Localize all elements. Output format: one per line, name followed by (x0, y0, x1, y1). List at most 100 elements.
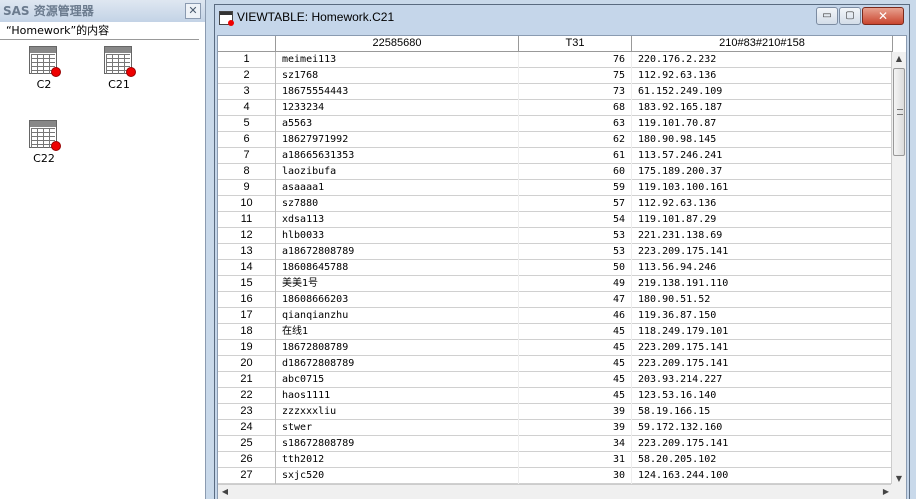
cell-count[interactable]: 54 (519, 212, 632, 228)
cell-ip[interactable]: 119.101.70.87 (632, 116, 893, 132)
row-number[interactable]: 15 (218, 276, 276, 292)
cell-ip[interactable]: 61.152.249.109 (632, 84, 893, 100)
dataset-c21[interactable]: C21 (89, 46, 149, 91)
cell-name[interactable]: sxjc520 (276, 468, 519, 484)
row-number[interactable]: 24 (218, 420, 276, 436)
row-number[interactable]: 16 (218, 292, 276, 308)
row-number[interactable]: 5 (218, 116, 276, 132)
cell-count[interactable]: 31 (519, 452, 632, 468)
row-number[interactable]: 17 (218, 308, 276, 324)
cell-count[interactable]: 45 (519, 340, 632, 356)
row-number[interactable]: 12 (218, 228, 276, 244)
cell-count[interactable]: 59 (519, 180, 632, 196)
row-number[interactable]: 9 (218, 180, 276, 196)
cell-name[interactable]: 18627971992 (276, 132, 519, 148)
row-number[interactable]: 2 (218, 68, 276, 84)
cell-ip[interactable]: 223.209.175.141 (632, 356, 893, 372)
cell-count[interactable]: 53 (519, 244, 632, 260)
table-row[interactable]: 3 18675554443 73 61.152.249.109 (218, 84, 893, 100)
row-number[interactable]: 13 (218, 244, 276, 260)
table-row[interactable]: 17 qianqianzhu 46 119.36.87.150 (218, 308, 893, 324)
cell-name[interactable]: 18608666203 (276, 292, 519, 308)
table-row[interactable]: 11 xdsa113 54 119.101.87.29 (218, 212, 893, 228)
cell-count[interactable]: 53 (519, 228, 632, 244)
cell-count[interactable]: 76 (519, 52, 632, 68)
horizontal-scrollbar[interactable]: ◀ ▶ (218, 484, 893, 499)
table-row[interactable]: 6 18627971992 62 180.90.98.145 (218, 132, 893, 148)
cell-ip[interactable]: 119.103.100.161 (632, 180, 893, 196)
cell-count[interactable]: 45 (519, 356, 632, 372)
cell-count[interactable]: 47 (519, 292, 632, 308)
row-number[interactable]: 27 (218, 468, 276, 484)
cell-ip[interactable]: 113.57.246.241 (632, 148, 893, 164)
table-row[interactable]: 27 sxjc520 30 124.163.244.100 (218, 468, 893, 484)
cell-count[interactable]: 57 (519, 196, 632, 212)
table-row[interactable]: 5 a5563 63 119.101.70.87 (218, 116, 893, 132)
row-number[interactable]: 7 (218, 148, 276, 164)
table-row[interactable]: 7 a18665631353 61 113.57.246.241 (218, 148, 893, 164)
cell-name[interactable]: 在线1 (276, 324, 519, 340)
cell-ip[interactable]: 112.92.63.136 (632, 68, 893, 84)
table-row[interactable]: 14 18608645788 50 113.56.94.246 (218, 260, 893, 276)
row-number[interactable]: 26 (218, 452, 276, 468)
row-number[interactable]: 4 (218, 100, 276, 116)
vertical-scrollbar[interactable]: ▲ ▼ (891, 52, 906, 486)
row-number[interactable]: 21 (218, 372, 276, 388)
cell-name[interactable]: sz7880 (276, 196, 519, 212)
cell-name[interactable]: abc0715 (276, 372, 519, 388)
cell-ip[interactable]: 119.101.87.29 (632, 212, 893, 228)
column-header[interactable]: 22585680 (276, 36, 519, 52)
cell-name[interactable]: s18672808789 (276, 436, 519, 452)
cell-name[interactable]: a18672808789 (276, 244, 519, 260)
cell-name[interactable]: stwer (276, 420, 519, 436)
scroll-up-arrow-icon[interactable]: ▲ (892, 52, 906, 66)
row-number[interactable]: 25 (218, 436, 276, 452)
cell-ip[interactable]: 223.209.175.141 (632, 436, 893, 452)
table-row[interactable]: 1 meimei113 76 220.176.2.232 (218, 52, 893, 68)
cell-name[interactable]: qianqianzhu (276, 308, 519, 324)
row-number[interactable]: 19 (218, 340, 276, 356)
pane-splitter[interactable] (206, 0, 214, 499)
row-number[interactable]: 14 (218, 260, 276, 276)
cell-ip[interactable]: 58.19.166.15 (632, 404, 893, 420)
cell-ip[interactable]: 223.209.175.141 (632, 244, 893, 260)
cell-ip[interactable]: 113.56.94.246 (632, 260, 893, 276)
cell-ip[interactable]: 219.138.191.110 (632, 276, 893, 292)
table-row[interactable]: 25 s18672808789 34 223.209.175.141 (218, 436, 893, 452)
column-header[interactable]: T31 (519, 36, 632, 52)
cell-name[interactable]: 18672808789 (276, 340, 519, 356)
row-number[interactable]: 23 (218, 404, 276, 420)
cell-count[interactable]: 50 (519, 260, 632, 276)
cell-ip[interactable]: 203.93.214.227 (632, 372, 893, 388)
cell-ip[interactable]: 183.92.165.187 (632, 100, 893, 116)
table-row[interactable]: 15 美美1号 49 219.138.191.110 (218, 276, 893, 292)
row-number[interactable]: 18 (218, 324, 276, 340)
maximize-button[interactable]: ▢ (839, 7, 861, 25)
dataset-c22[interactable]: C22 (14, 120, 74, 165)
table-row[interactable]: 21 abc0715 45 203.93.214.227 (218, 372, 893, 388)
table-row[interactable]: 10 sz7880 57 112.92.63.136 (218, 196, 893, 212)
cell-count[interactable]: 61 (519, 148, 632, 164)
cell-count[interactable]: 30 (519, 468, 632, 484)
explorer-close-button[interactable]: ✕ (185, 3, 201, 19)
close-button[interactable]: ✕ (862, 7, 904, 25)
cell-ip[interactable]: 220.176.2.232 (632, 52, 893, 68)
table-row[interactable]: 19 18672808789 45 223.209.175.141 (218, 340, 893, 356)
cell-name[interactable]: 1233234 (276, 100, 519, 116)
cell-ip[interactable]: 180.90.98.145 (632, 132, 893, 148)
table-row[interactable]: 13 a18672808789 53 223.209.175.141 (218, 244, 893, 260)
cell-ip[interactable]: 119.36.87.150 (632, 308, 893, 324)
row-number[interactable]: 20 (218, 356, 276, 372)
row-number[interactable]: 11 (218, 212, 276, 228)
cell-count[interactable]: 45 (519, 324, 632, 340)
cell-count[interactable]: 63 (519, 116, 632, 132)
row-number-header[interactable] (218, 36, 276, 52)
dataset-c2[interactable]: C2 (14, 46, 74, 91)
column-header[interactable]: 210#83#210#158 (632, 36, 893, 52)
cell-count[interactable]: 73 (519, 84, 632, 100)
table-row[interactable]: 26 tth2012 31 58.20.205.102 (218, 452, 893, 468)
row-number[interactable]: 8 (218, 164, 276, 180)
cell-count[interactable]: 75 (519, 68, 632, 84)
cell-name[interactable]: 18675554443 (276, 84, 519, 100)
cell-ip[interactable]: 180.90.51.52 (632, 292, 893, 308)
